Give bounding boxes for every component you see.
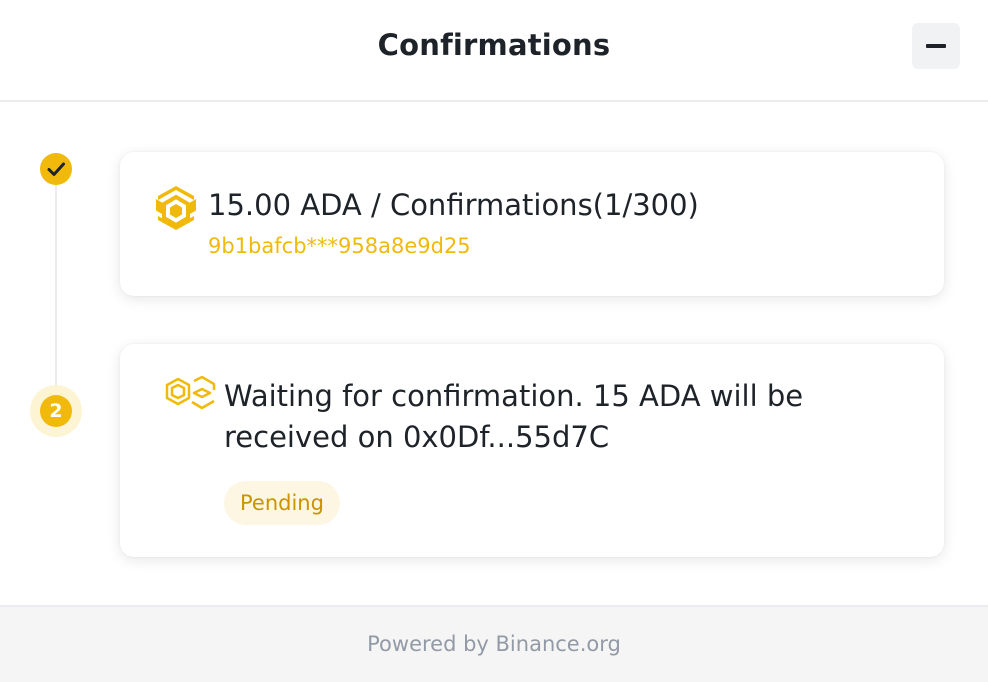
step-completed-indicator xyxy=(40,153,72,185)
binance-logo-icon xyxy=(156,186,196,230)
status-badge: Pending xyxy=(224,481,340,525)
waiting-message: Waiting for confirmation. 15 ADA will be… xyxy=(224,379,804,454)
minus-icon xyxy=(926,44,946,48)
powered-by-text: Powered by Binance.org xyxy=(367,632,621,656)
modal-header: Confirmations xyxy=(0,0,988,102)
timeline-line xyxy=(55,180,57,395)
pending-card: Waiting for confirmation. 15 ADA will be… xyxy=(120,344,944,557)
confirmation-card: 15.00 ADA / Confirmations(1/300) 9b1bafc… xyxy=(120,152,944,296)
tx-hash-link[interactable]: 9b1bafcb***958a8e9d25 xyxy=(208,234,471,258)
minimize-button[interactable] xyxy=(912,23,960,69)
step-number: 2 xyxy=(40,395,72,427)
step-2-indicator: 2 xyxy=(30,385,82,437)
binance-logo-outline-icon xyxy=(165,376,216,410)
check-icon xyxy=(47,162,65,176)
modal-footer: Powered by Binance.org xyxy=(0,605,988,682)
amount-confirmations-text: 15.00 ADA / Confirmations(1/300) xyxy=(208,188,699,222)
confirmations-modal: Confirmations 2 15.00 ADA / Confirmation… xyxy=(0,0,988,682)
modal-title: Confirmations xyxy=(377,28,611,62)
